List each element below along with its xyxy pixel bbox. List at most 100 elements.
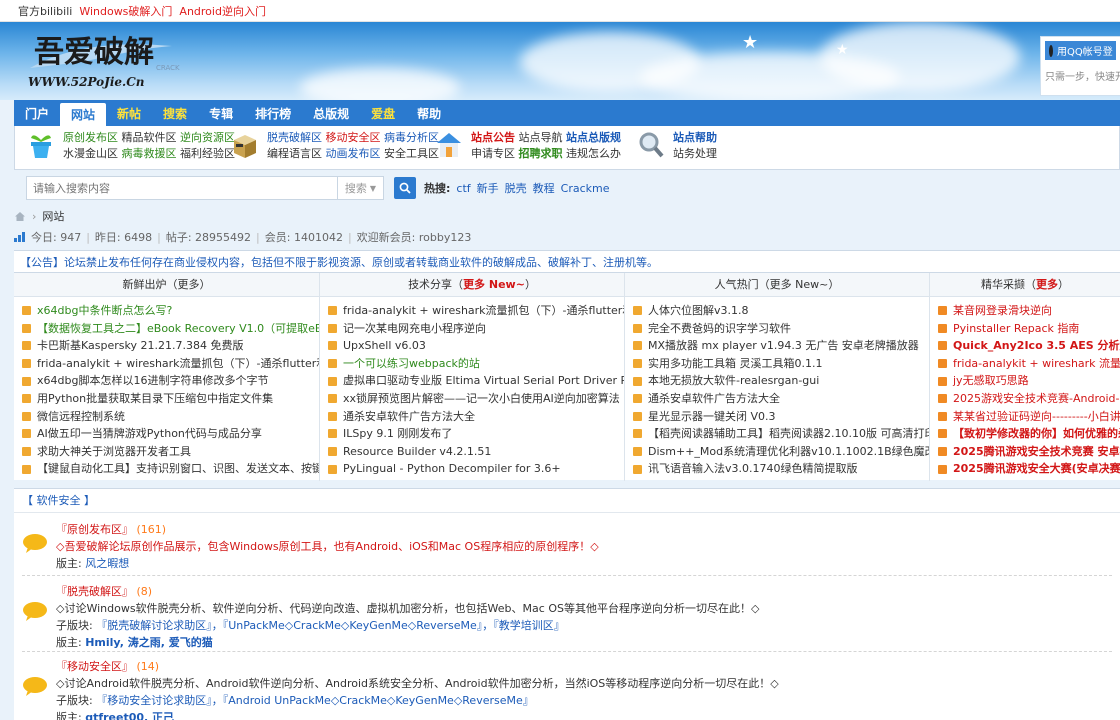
bilibili-link[interactable]: 官方bilibili (18, 3, 72, 19)
subnav-water-area[interactable]: 水漫金山区 (63, 147, 118, 160)
thread-link[interactable]: 【键鼠自动化工具】支持识别窗口、识图、发送文本、按键组合 (37, 460, 319, 478)
list-item[interactable]: 某某省过验证码逆向---------小白讲解( (938, 408, 1120, 426)
qq-login-button[interactable]: 用QQ帐号登 (1045, 41, 1116, 60)
thread-link[interactable]: xx锁屏预览图片解密——记一次小白使用AI逆向加密算法 (343, 390, 620, 408)
nav-rules[interactable]: 总版规 (302, 100, 360, 126)
thread-link[interactable]: 某音网登录滑块逆向 (953, 302, 1052, 320)
moderator-names[interactable]: Hmily, 涛之雨, 爱飞的猫 (85, 636, 213, 649)
nav-ranking[interactable]: 排行榜 (244, 100, 302, 126)
thread-link[interactable]: frida-analykit + wireshark流量抓包（下）-通杀flut… (343, 302, 624, 320)
search-input[interactable] (26, 176, 338, 200)
moderator-names[interactable]: qtfreet00, 正己 (85, 711, 174, 720)
subnav-violation[interactable]: 违规怎么办 (566, 147, 621, 160)
subnav-unpack-crack[interactable]: 脱壳破解区 (267, 131, 322, 144)
hot-keyword[interactable]: ctf (456, 182, 470, 195)
list-item[interactable]: 完全不费爸妈的识字学习软件 (633, 320, 929, 338)
thread-link[interactable]: 通杀安卓软件广告方法大全 (648, 390, 780, 408)
thread-link[interactable]: 一个可以练习webpack的站 (343, 355, 480, 373)
subnav-site-notice[interactable]: 站点公告 (471, 131, 515, 144)
list-item[interactable]: 求助大神关于浏览器开发者工具 (22, 443, 319, 461)
thread-link[interactable]: 通杀安卓软件广告方法大全 (343, 408, 475, 426)
subnav-site-rules[interactable]: 站点总版规 (566, 131, 621, 144)
thread-link[interactable]: 2025游戏安全技术竞赛-Android-初赛W (953, 390, 1120, 408)
list-item[interactable]: Pyinstaller Repack 指南 (938, 320, 1120, 338)
thread-link[interactable]: 2025腾讯游戏安全技术竞赛 安卓初赛 (953, 443, 1120, 461)
thread-link[interactable]: 2025腾讯游戏安全大赛(安卓决赛) (953, 460, 1120, 478)
list-item[interactable]: 微信远程控制系统 (22, 408, 319, 426)
thread-link[interactable]: 星光显示器一键关闭 V0.3 (648, 408, 776, 426)
thread-link[interactable]: x64dbg中条件断点怎么写? (37, 302, 172, 320)
subnav-site-affairs[interactable]: 站务处理 (673, 147, 717, 160)
subforum-links[interactable]: 『脱壳破解讨论求助区』，『UnPackMe◇CrackMe◇KeyGenMe◇R… (96, 619, 565, 632)
subnav-animation[interactable]: 动画发布区 (326, 147, 381, 160)
list-item[interactable]: 虚拟串口驱动专业版 Eltima Virtual Serial Port Dri… (328, 372, 624, 390)
list-item[interactable]: Quick_Any2Ico 3.5 AES 分析解密加注 (938, 337, 1120, 355)
list-item[interactable]: 本地无损放大软件-realesrgan-gui (633, 372, 929, 390)
subnav-virus-rescue[interactable]: 病毒救援区 (122, 147, 177, 160)
windows-crack-intro-link[interactable]: Windows破解入门 (79, 3, 172, 19)
thread-link[interactable]: 【数据恢复工具之二】eBook Recovery V1.0（可提取eBook W… (37, 320, 319, 338)
column-header[interactable]: 新鲜出炉（更多） (14, 273, 319, 297)
thread-link[interactable]: 本地无损放大软件-realesrgan-gui (648, 372, 819, 390)
list-item[interactable]: Dism++_Mod系统清理优化利器v10.1.1002.1B绿色魔改版 (633, 443, 929, 461)
list-item[interactable]: 2025腾讯游戏安全大赛(安卓决赛) (938, 460, 1120, 478)
list-item[interactable]: PyLingual - Python Decompiler for 3.6+ (328, 460, 624, 478)
list-item[interactable]: 【稻壳阅读器辅助工具】稻壳阅读器2.10.10版 可高清打印 (633, 425, 929, 443)
thread-link[interactable]: ILSpy 9.1 刚刚发布了 (343, 425, 452, 443)
list-item[interactable]: 【键鼠自动化工具】支持识别窗口、识图、发送文本、按键组合 (22, 460, 319, 478)
nav-portal[interactable]: 门户 (14, 100, 60, 126)
list-item[interactable]: jy无感取巧思路 (938, 372, 1120, 390)
list-item[interactable]: x64dbg脚本怎样以16进制字符串修改多个字节 (22, 372, 319, 390)
announcement[interactable]: 【公告】论坛禁止发布任何存在商业侵权内容，包括但不限于影视资源、原创或者转载商业… (14, 250, 1120, 272)
subforum-links[interactable]: 『移动安全讨论求助区』，『Android UnPackMe◇CrackMe◇Ke… (96, 694, 534, 707)
search-type-select[interactable]: 搜索 ▼ (338, 176, 384, 200)
thread-link[interactable]: 【稻壳阅读器辅助工具】稻壳阅读器2.10.10版 可高清打印 (648, 425, 929, 443)
list-item[interactable]: Resource Builder v4.2.1.51 (328, 443, 624, 461)
list-item[interactable]: 2025游戏安全技术竞赛-Android-初赛W (938, 390, 1120, 408)
list-item[interactable]: 通杀安卓软件广告方法大全 (328, 408, 624, 426)
forum-title[interactable]: 『原创发布区』 (56, 523, 133, 536)
thread-link[interactable]: 用Python批量获取某目录下压缩包中指定文件集 (37, 390, 273, 408)
list-item[interactable]: 【数据恢复工具之二】eBook Recovery V1.0（可提取eBook W… (22, 320, 319, 338)
list-item[interactable]: frida-analykit + wireshark 流量抓包（上 (938, 355, 1120, 373)
column-header[interactable]: 人气热门（更多 New~） (625, 273, 929, 297)
home-icon[interactable] (14, 211, 26, 222)
thread-link[interactable]: 实用多功能工具箱 灵溪工具箱0.1.1 (648, 355, 822, 373)
forum-title[interactable]: 『移动安全区』 (56, 660, 133, 673)
column-header[interactable]: 精华采撷（更多） (930, 273, 1120, 297)
list-item[interactable]: frida-analykit + wireshark流量抓包（下）-通杀flut… (328, 302, 624, 320)
subnav-security-tools[interactable]: 安全工具区 (384, 147, 439, 160)
list-item[interactable]: MX播放器 mx player v1.94.3 无广告 安卓老牌播放器 (633, 337, 929, 355)
hot-keyword[interactable]: 新手 (477, 180, 499, 196)
thread-link[interactable]: PyLingual - Python Decompiler for 3.6+ (343, 460, 561, 478)
hot-keyword[interactable]: 脱壳 (505, 180, 527, 196)
thread-link[interactable]: AI做五印一当猜牌游戏Python代码与成品分享 (37, 425, 262, 443)
subnav-virus-analysis[interactable]: 病毒分析区 (384, 131, 439, 144)
thread-link[interactable]: Quick_Any2Ico 3.5 AES 分析解密加注 (953, 337, 1120, 355)
thread-link[interactable]: frida-analykit + wireshark 流量抓包（上 (953, 355, 1120, 373)
thread-link[interactable]: frida-analykit + wireshark流量抓包（下）-通杀flut… (37, 355, 319, 373)
thread-link[interactable]: Resource Builder v4.2.1.51 (343, 443, 491, 461)
thread-link[interactable]: 某某省过验证码逆向---------小白讲解( (953, 408, 1120, 426)
site-logo[interactable]: 吾爱破解 CRACK WWW.52PoJie.Cn (22, 28, 222, 92)
moderator-names[interactable]: 风之暇想 (85, 557, 129, 570)
search-button[interactable] (394, 177, 416, 199)
thread-link[interactable]: jy无感取巧思路 (953, 372, 1029, 390)
thread-link[interactable]: 完全不费爸妈的识字学习软件 (648, 320, 791, 338)
subnav-welfare[interactable]: 福利经验区 (180, 147, 235, 160)
thread-link[interactable]: UpxShell v6.03 (343, 337, 426, 355)
thread-link[interactable]: 记一次某电网充电小程序逆向 (343, 320, 486, 338)
thread-link[interactable]: 人体穴位图解v3.1.8 (648, 302, 749, 320)
list-item[interactable]: 通杀安卓软件广告方法大全 (633, 390, 929, 408)
list-item[interactable]: AI做五印一当猜牌游戏Python代码与成品分享 (22, 425, 319, 443)
thread-link[interactable]: 【致初学修改器的你】如何优雅的杀敌 (953, 425, 1120, 443)
nav-new-posts[interactable]: 新帖 (106, 100, 152, 126)
thread-link[interactable]: x64dbg脚本怎样以16进制字符串修改多个字节 (37, 372, 268, 390)
subnav-programming[interactable]: 编程语言区 (267, 147, 322, 160)
thread-link[interactable]: Dism++_Mod系统清理优化利器v10.1.1002.1B绿色魔改版 (648, 443, 929, 461)
column-header[interactable]: 技术分享（更多 New~） (320, 273, 624, 297)
nav-search[interactable]: 搜索 (152, 100, 198, 126)
nav-forum[interactable]: 网站 (60, 103, 107, 126)
list-item[interactable]: 一个可以练习webpack的站 (328, 355, 624, 373)
list-item[interactable]: 卡巴斯基Kaspersky 21.21.7.384 免费版 (22, 337, 319, 355)
